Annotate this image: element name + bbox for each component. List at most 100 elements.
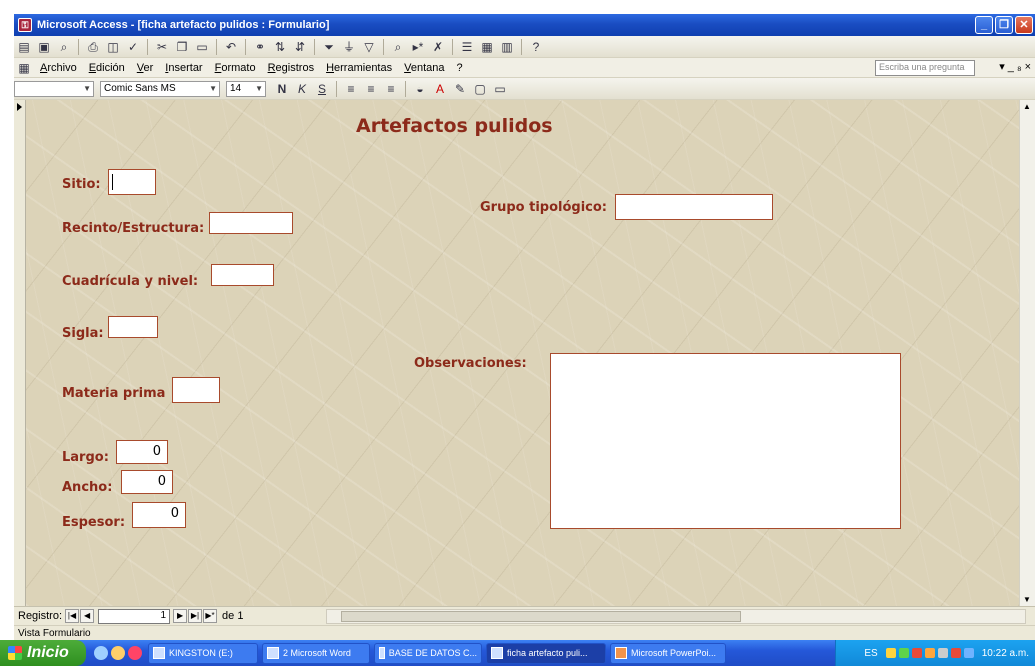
field-observaciones[interactable] xyxy=(550,353,901,529)
sort-desc-icon[interactable]: ⇵ xyxy=(292,39,308,55)
help-question-input[interactable]: Escriba una pregunta xyxy=(875,60,975,76)
field-sigla[interactable] xyxy=(108,316,158,338)
form-icon[interactable]: ▦ xyxy=(16,60,32,76)
delete-record-icon[interactable]: ✗ xyxy=(430,39,446,55)
first-record-icon[interactable]: |◀ xyxy=(65,609,80,623)
horizontal-scrollbar[interactable] xyxy=(326,609,1026,624)
line-color-icon[interactable]: ✎ xyxy=(452,81,468,97)
properties-icon[interactable]: ☰ xyxy=(459,39,475,55)
filter-selection-icon[interactable]: ⏷ xyxy=(321,39,337,55)
menu-insertar[interactable]: Insertar xyxy=(159,62,208,74)
field-espesor[interactable]: 0 xyxy=(132,502,186,528)
copy-icon[interactable]: ❐ xyxy=(174,39,190,55)
menu-ventana[interactable]: Ventana xyxy=(398,62,450,74)
scroll-down-icon[interactable]: ▼ xyxy=(1023,595,1031,604)
tray-icon[interactable] xyxy=(963,648,974,658)
chevron-down-icon: ▼ xyxy=(255,83,263,93)
cut-icon[interactable]: ✂ xyxy=(154,39,170,55)
record-selector[interactable] xyxy=(14,100,26,606)
field-materia-prima[interactable] xyxy=(172,377,220,403)
menu-archivo[interactable]: Archivo xyxy=(34,62,83,74)
new-record-nav-icon[interactable]: ▶* xyxy=(203,609,218,623)
explorer-icon[interactable] xyxy=(111,646,125,660)
tray-icon[interactable] xyxy=(898,648,909,658)
record-number-input[interactable]: 1 xyxy=(98,608,171,624)
field-recinto[interactable] xyxy=(209,212,293,234)
text-cursor xyxy=(112,174,113,190)
print-icon[interactable]: ⎙ xyxy=(85,39,101,55)
close-button[interactable]: ✕ xyxy=(1015,16,1033,34)
task-kingston[interactable]: KINGSTON (E:) xyxy=(148,642,258,664)
font-size-selector[interactable]: 14 ▼ xyxy=(226,80,266,97)
font-color-icon[interactable]: A xyxy=(432,81,448,97)
underline-icon[interactable]: S xyxy=(314,81,330,97)
view-icon[interactable]: ▤ xyxy=(16,39,32,55)
task-word[interactable]: 2 Microsoft Word xyxy=(262,642,370,664)
task-ficha-artefacto[interactable]: ficha artefacto puli... xyxy=(486,642,606,664)
toolbar-separator xyxy=(336,80,337,97)
language-indicator[interactable]: ES xyxy=(864,648,877,659)
preview-icon[interactable]: ◫ xyxy=(105,39,121,55)
hyperlink-icon[interactable]: ⚭ xyxy=(252,39,268,55)
menu-registros[interactable]: Registros xyxy=(262,62,320,74)
menu-ver[interactable]: Ver xyxy=(131,62,160,74)
menu-help[interactable]: ? xyxy=(451,62,469,74)
windows-logo-icon xyxy=(8,646,22,660)
italic-icon[interactable]: K xyxy=(294,81,310,97)
tray-icon[interactable] xyxy=(937,648,948,658)
save-icon[interactable]: ▣ xyxy=(36,39,52,55)
vertical-scrollbar[interactable]: ▲ ▼ xyxy=(1019,100,1035,606)
media-icon[interactable] xyxy=(128,646,142,660)
tray-icon[interactable] xyxy=(885,648,896,658)
task-base-datos[interactable]: BASE DE DATOS C... xyxy=(374,642,482,664)
object-selector[interactable]: ▼ xyxy=(14,80,94,97)
scroll-thumb[interactable] xyxy=(341,611,741,622)
new-object-icon[interactable]: ▥ xyxy=(499,39,515,55)
find-icon[interactable]: ⌕ xyxy=(390,39,406,55)
help-icon[interactable]: ? xyxy=(528,39,544,55)
align-left-icon[interactable]: ≡ xyxy=(343,81,359,97)
align-center-icon[interactable]: ≡ xyxy=(363,81,379,97)
prev-record-icon[interactable]: ◀ xyxy=(80,609,95,623)
field-largo[interactable]: 0 xyxy=(116,440,168,464)
start-button[interactable]: Inicio xyxy=(0,640,86,666)
menu-herramientas[interactable]: Herramientas xyxy=(320,62,398,74)
clock[interactable]: 10:22 a.m. xyxy=(982,648,1029,659)
sort-asc-icon[interactable]: ⇅ xyxy=(272,39,288,55)
fill-color-icon[interactable]: ◒ xyxy=(412,81,428,97)
paste-icon[interactable]: ▭ xyxy=(194,39,210,55)
search-file-icon[interactable]: ⌕ xyxy=(56,39,72,55)
window-title: Microsoft Access - [ficha artefacto puli… xyxy=(37,19,330,31)
border-icon[interactable]: ▢ xyxy=(472,81,488,97)
align-right-icon[interactable]: ≡ xyxy=(383,81,399,97)
filter-form-icon[interactable]: ⏚ xyxy=(341,39,357,55)
field-sitio[interactable] xyxy=(108,169,156,195)
field-ancho[interactable]: 0 xyxy=(121,470,173,494)
restore-button[interactable]: ❐ xyxy=(995,16,1013,34)
field-grupo-tipologico[interactable] xyxy=(615,194,773,220)
line-width-icon[interactable]: ▭ xyxy=(492,81,508,97)
menu-edicion[interactable]: Edición xyxy=(83,62,131,74)
tray-icon[interactable] xyxy=(911,648,922,658)
undo-icon[interactable]: ↶ xyxy=(223,39,239,55)
word-icon xyxy=(267,647,279,659)
next-record-icon[interactable]: ▶ xyxy=(173,609,188,623)
minimize-button[interactable]: _ xyxy=(975,16,993,34)
task-powerpoint[interactable]: Microsoft PowerPoi... xyxy=(610,642,726,664)
spell-icon[interactable]: ✓ xyxy=(125,39,141,55)
tray-icon[interactable] xyxy=(950,648,961,658)
bold-icon[interactable]: N xyxy=(274,81,290,97)
font-selector[interactable]: Comic Sans MS ▼ xyxy=(100,80,220,97)
tray-icon[interactable] xyxy=(924,648,935,658)
document-window-controls[interactable]: ▾ _ ₈ × xyxy=(999,60,1031,73)
new-record-icon[interactable]: ▸* xyxy=(410,39,426,55)
browser-icon[interactable] xyxy=(94,646,108,660)
current-record-icon xyxy=(17,103,22,111)
database-window-icon[interactable]: ▦ xyxy=(479,39,495,55)
apply-filter-icon[interactable]: ▽ xyxy=(361,39,377,55)
last-record-icon[interactable]: ▶| xyxy=(188,609,203,623)
scroll-up-icon[interactable]: ▲ xyxy=(1023,102,1031,111)
menu-formato[interactable]: Formato xyxy=(209,62,262,74)
form-title: Artefactos pulidos xyxy=(356,115,553,137)
field-cuadricula[interactable] xyxy=(211,264,274,286)
